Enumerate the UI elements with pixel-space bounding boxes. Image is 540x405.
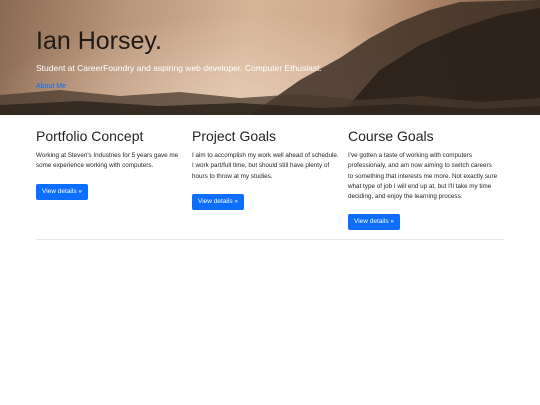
hero-lead-text: Student at CareerFoundry and aspiring we… (36, 63, 322, 73)
column-heading: Portfolio Concept (36, 128, 144, 144)
hero-banner: Ian Horsey. Student at CareerFoundry and… (0, 0, 540, 115)
view-details-button[interactable]: View details » (192, 193, 244, 210)
view-details-button[interactable]: View details » (348, 214, 400, 231)
column-body: I've gotten a taste of working with comp… (348, 152, 498, 201)
column-heading: Course Goals (348, 128, 434, 144)
section-divider (36, 239, 504, 240)
column-course-goals: Course Goals I've gotten a taste of work… (348, 128, 504, 231)
column-body: Working at Steven's Industries for 5 yea… (36, 152, 179, 170)
view-details-button[interactable]: View details » (36, 183, 88, 200)
column-body: I aim to accomplish my work well ahead o… (192, 152, 339, 180)
feature-columns: Portfolio Concept Working at Steven's In… (36, 128, 504, 231)
hero-title: Ian Horsey. (36, 27, 162, 55)
about-me-link[interactable]: About Me (36, 83, 66, 90)
column-project-goals: Project Goals I aim to accomplish my wor… (192, 128, 348, 230)
column-portfolio-concept: Portfolio Concept Working at Steven's In… (36, 128, 192, 230)
hero-content: Ian Horsey. Student at CareerFoundry and… (36, 26, 322, 93)
column-heading: Project Goals (192, 128, 277, 144)
